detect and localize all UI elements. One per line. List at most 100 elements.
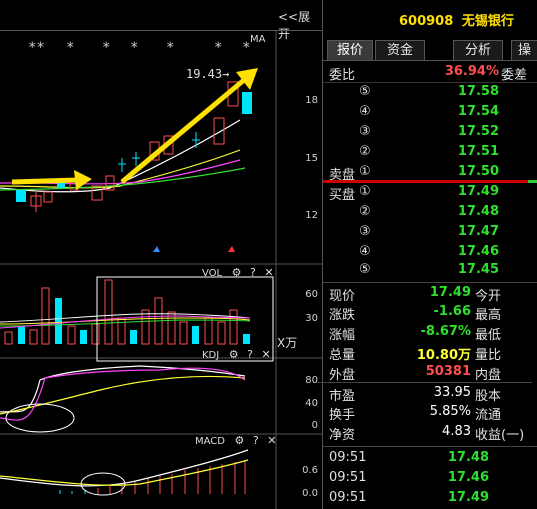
tick-price: 17.49 [447,490,489,505]
help-icon[interactable]: ? [247,348,253,361]
tab-funds[interactable]: 资金 [375,40,425,60]
stat-label: 市盈 [329,389,356,404]
stat-value: 33.95 [433,385,471,400]
kdj-k-line [0,365,246,413]
tick-time: 09:51 [329,490,367,505]
star-row: ** * * * * * * [0,40,276,56]
candle [242,92,252,114]
buy-price: 17.45 [457,262,499,277]
buy-row: ③ 17.47 [329,224,529,244]
star-mark: * [166,40,175,56]
kdj-axis-tick: 40 [305,398,318,409]
divider [317,382,532,383]
close-icon[interactable]: ✕ [264,266,273,279]
close-icon[interactable]: ✕ [267,434,276,447]
candle [16,190,26,202]
buy-price: 17.48 [457,204,499,219]
vol-bar [217,321,226,345]
sell-price: 17.51 [457,144,499,159]
vol-axis-tick: 30 [305,313,318,324]
stat-label-2: 内盘 [475,368,502,383]
divider [323,282,537,283]
price-chart[interactable] [0,0,322,509]
candle [43,191,53,203]
ma-label: MA [250,34,266,45]
stat-row: 涨幅 -8.67% 最低 [329,324,535,343]
vol-bar [141,309,150,345]
stat-row: 涨跌 -1.66 最高 [329,304,535,323]
sell-row-index: ④ [359,104,371,119]
orderbook-divider [323,180,537,183]
price-high-value: 19.43 [186,67,223,81]
stat-row: 总量 10.80万 量比 [329,344,535,363]
sell-price: 17.58 [457,84,499,99]
star-mark: * [214,40,223,56]
quote-panel: 600908 无锡银行 报价 资金 分析 操 委比 36.94% 委差 ⑤ 17… [317,0,537,509]
divider [323,82,537,83]
kdj-label: KDJ [202,350,220,361]
stat-label-2: 量比 [475,348,502,363]
weibi-value: 36.94% [444,64,499,79]
sell-price: 17.50 [457,164,499,179]
stat-value: -8.67% [420,324,472,339]
volume-bars [4,279,250,345]
stat-label: 净资 [329,428,356,443]
sell-row: ② 17.51 [329,144,529,164]
tab-analysis[interactable]: 分析 [453,40,503,60]
stock-name: 无锡银行 [461,14,514,29]
buy-row-index: ① [359,184,371,199]
vol-unit-label: X万 [277,336,298,350]
star-mark: ** [28,40,45,56]
stat-value: 5.85% [429,404,471,419]
star-mark: * [130,40,139,56]
stat-label-2: 流通 [475,408,502,423]
sell-price: 17.54 [457,104,499,119]
tab-more[interactable]: 操 [511,40,537,60]
buy-row: 买盘 ① 17.49 [329,184,529,204]
red-marker [228,246,235,252]
vol-bar [41,287,50,345]
stock-code: 600908 [399,14,454,29]
buy-row: ② 17.48 [329,204,529,224]
gear-icon[interactable]: ⚙ [232,266,242,279]
tick-price: 17.46 [447,470,489,485]
stat-label-2: 最低 [475,328,502,343]
stat-value: 17.49 [429,285,471,300]
macd-axis-tick: 0.6 [302,465,318,476]
kdj-panel-header: KDJ ⚙ ? ✕ [202,348,271,361]
help-icon[interactable]: ? [253,434,259,447]
buy-row: ⑤ 17.45 [329,262,529,282]
vol-bar [91,323,100,345]
price-high-arrow: → [222,67,230,81]
gear-icon[interactable]: ⚙ [229,348,239,361]
stat-label: 涨跌 [329,308,356,323]
vol-bar [67,325,76,345]
stat-value: -1.66 [433,304,471,319]
vol-bar [204,317,213,345]
y-axis-tick: 15 [305,153,318,164]
chart-area[interactable]: <<展开 ** * * * * * * MA 19.43→ 18 15 12 V… [0,0,322,509]
vol-bar [192,326,199,344]
buy-row-index: ② [359,204,371,219]
stat-label-2: 最高 [475,308,502,323]
vol-bar [55,298,62,344]
tick-time: 09:51 [329,450,367,465]
tick-row: 09:51 17.46 [329,470,535,489]
buy-row-index: ⑤ [359,262,371,277]
vol-bar [243,334,250,344]
buy-row-index: ③ [359,224,371,239]
help-icon[interactable]: ? [250,266,256,279]
vol-bar [29,329,38,345]
stat-label: 现价 [329,289,356,304]
gear-icon[interactable]: ⚙ [234,434,244,447]
close-icon[interactable]: ✕ [261,348,270,361]
stat-label-2: 收益(一) [475,428,525,443]
weicha-label: 委差 [501,68,528,83]
sell-row-index: ③ [359,124,371,139]
stat-label: 涨幅 [329,328,356,343]
blue-marker [153,246,160,252]
vol-label: VOL [202,268,223,279]
tab-quote[interactable]: 报价 [327,40,373,60]
stat-row: 换手 5.85% 流通 [329,404,535,423]
price-high-label: 19.43→ [186,67,229,81]
